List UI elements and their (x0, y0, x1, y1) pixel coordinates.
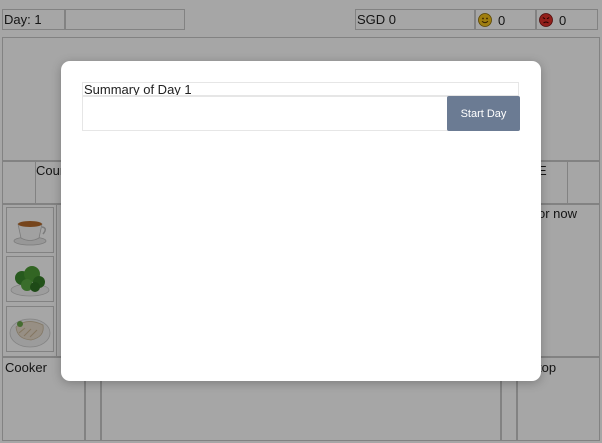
game-screen: Day: 1 SGD 0 0 0 Cour E or now Cooker to… (0, 0, 602, 443)
summary-field[interactable] (82, 96, 448, 131)
start-day-button[interactable]: Start Day (447, 96, 520, 131)
modal-title: Summary of Day 1 (82, 82, 519, 96)
day-summary-modal: Summary of Day 1 Start Day (61, 61, 541, 381)
